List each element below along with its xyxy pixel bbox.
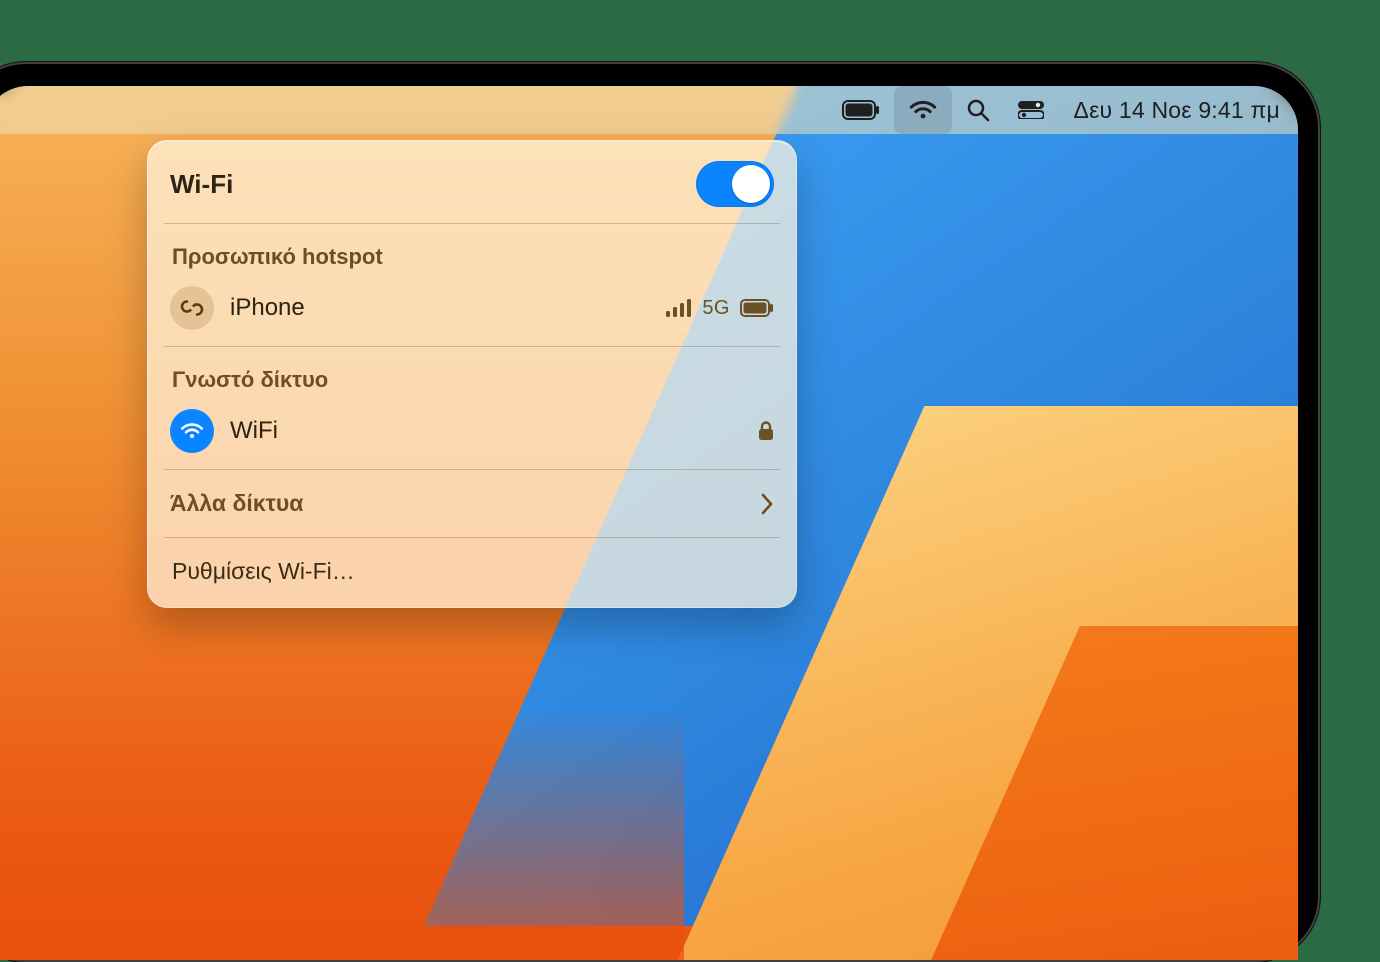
- cellular-bars-icon: [666, 298, 692, 318]
- known-network-name: WiFi: [230, 417, 742, 445]
- wifi-toggle-knob: [732, 165, 770, 203]
- menu-bar: Δευ 14 Νοε 9:41 πμ: [0, 86, 1298, 134]
- control-center-icon: [1018, 101, 1044, 119]
- wifi-toggle[interactable]: [696, 161, 774, 207]
- chevron-right-icon: [760, 493, 774, 515]
- divider: [164, 469, 780, 470]
- known-network-row[interactable]: WiFi: [148, 399, 796, 463]
- spotlight-menu-item[interactable]: [952, 86, 1004, 134]
- known-network-meta: [758, 421, 774, 441]
- divider: [164, 346, 780, 347]
- device-bezel: Δευ 14 Νοε 9:41 πμ Wi-Fi Προσωπικό hotsp…: [0, 62, 1320, 962]
- known-network-header: Γνωστό δίκτυο: [148, 353, 796, 399]
- lock-icon: [758, 421, 774, 441]
- wifi-connected-icon: [170, 409, 214, 453]
- other-networks-row[interactable]: Άλλα δίκτυα: [148, 476, 796, 531]
- wifi-settings-label: Ρυθμίσεις Wi-Fi…: [172, 558, 355, 584]
- hotspot-name: iPhone: [230, 294, 650, 322]
- menu-bar-datetime[interactable]: Δευ 14 Νοε 9:41 πμ: [1058, 97, 1280, 124]
- divider: [164, 223, 780, 224]
- search-icon: [966, 98, 990, 122]
- hotspot-icon: [170, 286, 214, 330]
- wifi-menu-item[interactable]: [894, 86, 952, 134]
- battery-icon: [842, 100, 880, 120]
- divider: [164, 537, 780, 538]
- wifi-popover: Wi-Fi Προσωπικό hotspot iPhone: [147, 140, 797, 608]
- wifi-icon: [908, 99, 938, 121]
- battery-menu-item[interactable]: [828, 86, 894, 134]
- wifi-title: Wi-Fi: [170, 169, 696, 200]
- screen: Δευ 14 Νοε 9:41 πμ Wi-Fi Προσωπικό hotsp…: [0, 86, 1298, 960]
- battery-icon: [740, 299, 774, 317]
- other-networks-label: Άλλα δίκτυα: [170, 490, 303, 517]
- hotspot-iphone-row[interactable]: iPhone 5G: [148, 276, 796, 340]
- control-center-menu-item[interactable]: [1004, 86, 1058, 134]
- wifi-settings-row[interactable]: Ρυθμίσεις Wi-Fi…: [148, 544, 796, 601]
- hotspot-meta: 5G: [666, 297, 774, 320]
- hotspot-section-header: Προσωπικό hotspot: [148, 230, 796, 276]
- wifi-title-row: Wi-Fi: [148, 151, 796, 217]
- network-type-label: 5G: [702, 297, 730, 320]
